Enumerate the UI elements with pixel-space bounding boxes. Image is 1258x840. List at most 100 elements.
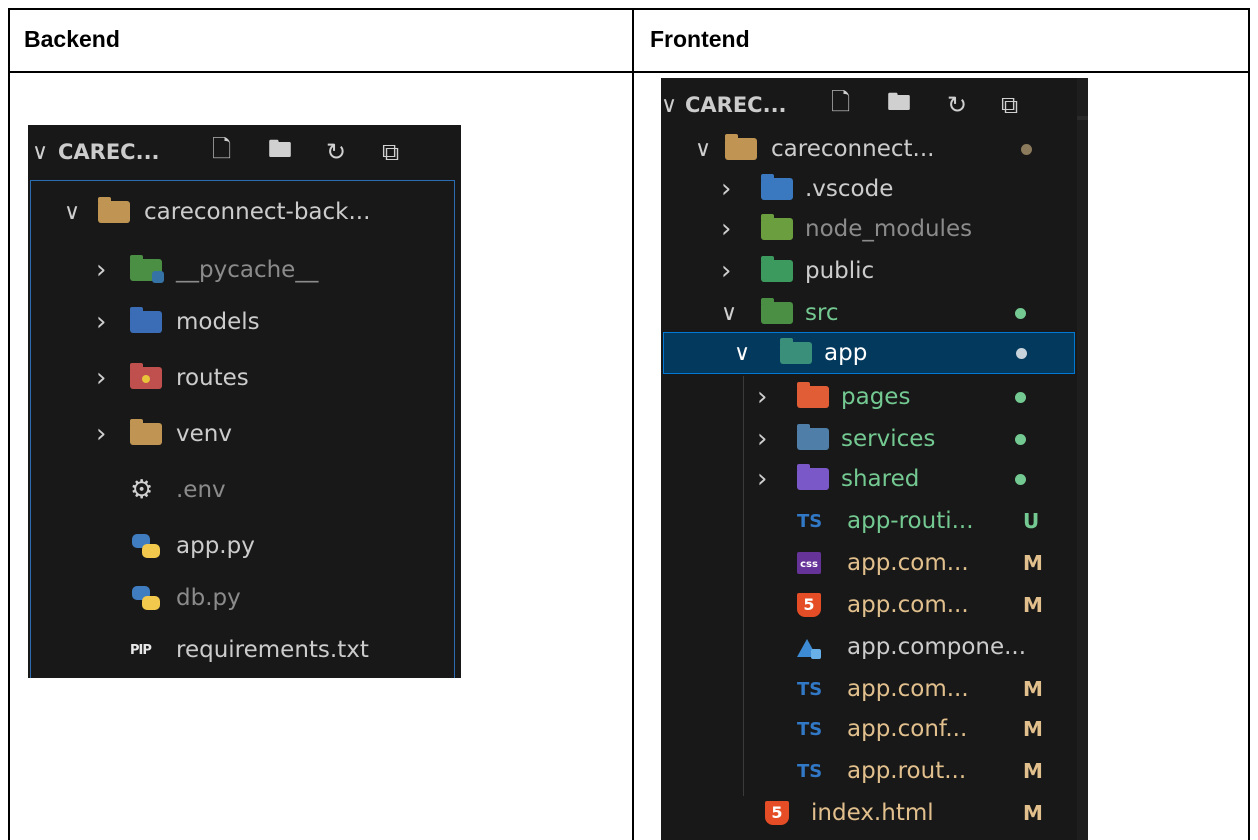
collapse-all-icon[interactable]: ⧉	[382, 138, 399, 166]
tree-item-app[interactable]: ∨ app	[663, 332, 1075, 374]
git-status-dot	[1015, 434, 1026, 445]
table-border-left	[8, 8, 10, 840]
table-border-top	[8, 8, 1250, 10]
git-status-badge: M	[1023, 551, 1043, 575]
typescript-icon: TS	[797, 510, 823, 532]
tree-item-label: app.com...	[847, 592, 969, 618]
tree-item-public[interactable]: › public	[721, 248, 1071, 294]
tree-item-index-html[interactable]: 5 index.html M	[765, 790, 1075, 836]
frontend-top-strip	[1077, 116, 1088, 120]
tree-item-label: src	[805, 300, 839, 326]
routes-folder-icon	[130, 363, 162, 389]
tree-item-label: app.com...	[847, 676, 969, 702]
tree-item-label: shared	[841, 466, 920, 492]
tree-item-label: app.py	[176, 533, 255, 559]
chevron-right-icon: ›	[757, 382, 768, 412]
tree-item-label: app-routi...	[847, 508, 974, 534]
new-file-icon[interactable]: 🗋	[831, 85, 850, 126]
tree-item-app-py[interactable]: app.py	[130, 523, 450, 569]
services-folder-icon	[797, 424, 829, 450]
git-status-dot	[1016, 348, 1027, 359]
root-folder-label: careconnect-back...	[144, 199, 371, 225]
root-folder-label: careconnect...	[771, 136, 935, 162]
explorer-title: CAREC...	[58, 140, 160, 164]
tree-item-label: app.compone...	[847, 634, 1027, 660]
new-folder-icon[interactable]: 🖿	[887, 85, 911, 126]
tree-item-app-routing[interactable]: TS app-routi... U	[797, 498, 1077, 544]
indent-guide	[743, 376, 744, 796]
tree-item-src[interactable]: ∨ src	[721, 290, 1071, 336]
html5-icon: 5	[765, 801, 789, 825]
chevron-down-icon: ∨	[661, 92, 678, 118]
tree-item-routes[interactable]: › routes	[96, 355, 456, 401]
tree-item-node-modules[interactable]: › node_modules	[721, 206, 1071, 252]
node-folder-icon	[761, 214, 793, 240]
tree-item-venv[interactable]: › venv	[96, 411, 456, 457]
folder-open-icon	[725, 134, 757, 160]
chevron-right-icon: ›	[96, 419, 107, 449]
git-status-badge: M	[1023, 801, 1043, 825]
typescript-icon: TS	[797, 760, 823, 782]
gear-icon: ⚙	[130, 475, 154, 505]
chevron-right-icon: ›	[96, 307, 107, 337]
tree-item-app-component-css[interactable]: css app.com... M	[797, 540, 1077, 586]
refresh-icon[interactable]: ↻	[326, 138, 346, 166]
table-border-right	[1248, 8, 1250, 840]
shared-folder-icon	[797, 464, 829, 490]
git-status-badge: M	[1023, 717, 1043, 741]
angular-icon	[797, 635, 821, 659]
tree-item-label: db.py	[176, 585, 241, 611]
frontend-header: Frontend	[650, 26, 750, 52]
src-folder-icon	[761, 298, 793, 324]
tree-item-app-component-spec[interactable]: app.compone...	[797, 624, 1077, 670]
refresh-icon[interactable]: ↻	[947, 91, 967, 119]
tree-item-app-config[interactable]: TS app.conf... M	[797, 706, 1077, 752]
folder-icon	[130, 419, 162, 445]
backend-root-folder[interactable]: ∨ careconnect-back...	[64, 189, 454, 235]
frontend-explorer-header[interactable]: ∨ CAREC... 🗋 🖿 ↻ ⧉	[661, 82, 1071, 128]
tree-item-db-py[interactable]: db.py	[130, 575, 450, 621]
tree-item-label: models	[176, 309, 260, 335]
backend-explorer-header[interactable]: ∨ CAREC... 🗋 🖿 ↻ ⧉	[32, 129, 452, 175]
vscode-folder-icon	[761, 174, 793, 200]
collapse-all-icon[interactable]: ⧉	[1001, 91, 1018, 119]
table-column-divider	[632, 8, 634, 840]
html5-icon: 5	[797, 593, 821, 617]
tree-item-shared[interactable]: › shared	[757, 456, 1077, 502]
table-header-divider	[8, 71, 1250, 73]
tree-item-pages[interactable]: › pages	[757, 374, 1077, 420]
folder-open-icon	[98, 197, 130, 223]
tree-item-label: .vscode	[805, 176, 894, 202]
chevron-down-icon: ∨	[64, 199, 81, 225]
tree-item-label: services	[841, 426, 936, 452]
git-status-dot	[1021, 144, 1032, 155]
css-icon: css	[797, 552, 821, 574]
python-folder-icon	[130, 255, 164, 283]
tree-item-app-routes[interactable]: TS app.rout... M	[797, 748, 1077, 794]
git-status-badge: M	[1023, 593, 1043, 617]
pages-folder-icon	[797, 382, 829, 408]
git-status-badge: M	[1023, 759, 1043, 783]
frontend-scrollbar[interactable]	[1077, 78, 1088, 840]
tree-item-requirements[interactable]: PIP requirements.txt	[130, 627, 450, 673]
tree-item-label: routes	[176, 365, 249, 391]
tree-item-label: pages	[841, 384, 911, 410]
new-folder-icon[interactable]: 🖿	[268, 132, 292, 173]
backend-explorer-panel: ∨ CAREC... 🗋 🖿 ↻ ⧉ ∨ careconnect-back...…	[28, 125, 461, 678]
git-status-dot	[1015, 392, 1026, 403]
tree-item-label: requirements.txt	[176, 637, 369, 663]
tree-item-pycache[interactable]: › __pycache__	[96, 247, 456, 293]
tree-item-app-component-html[interactable]: 5 app.com... M	[797, 582, 1077, 628]
python-icon	[130, 532, 162, 560]
tree-item-models[interactable]: › models	[96, 299, 456, 345]
chevron-right-icon: ›	[721, 214, 732, 244]
tree-item-label: app	[824, 340, 868, 366]
git-status-dot	[1015, 474, 1026, 485]
app-folder-icon	[780, 338, 812, 364]
chevron-right-icon: ›	[96, 363, 107, 393]
tree-item-label: node_modules	[805, 216, 973, 242]
new-file-icon[interactable]: 🗋	[212, 132, 231, 173]
tree-item-env[interactable]: ⚙ .env	[130, 467, 450, 513]
python-icon	[130, 584, 162, 612]
chevron-down-icon: ∨	[32, 139, 49, 165]
